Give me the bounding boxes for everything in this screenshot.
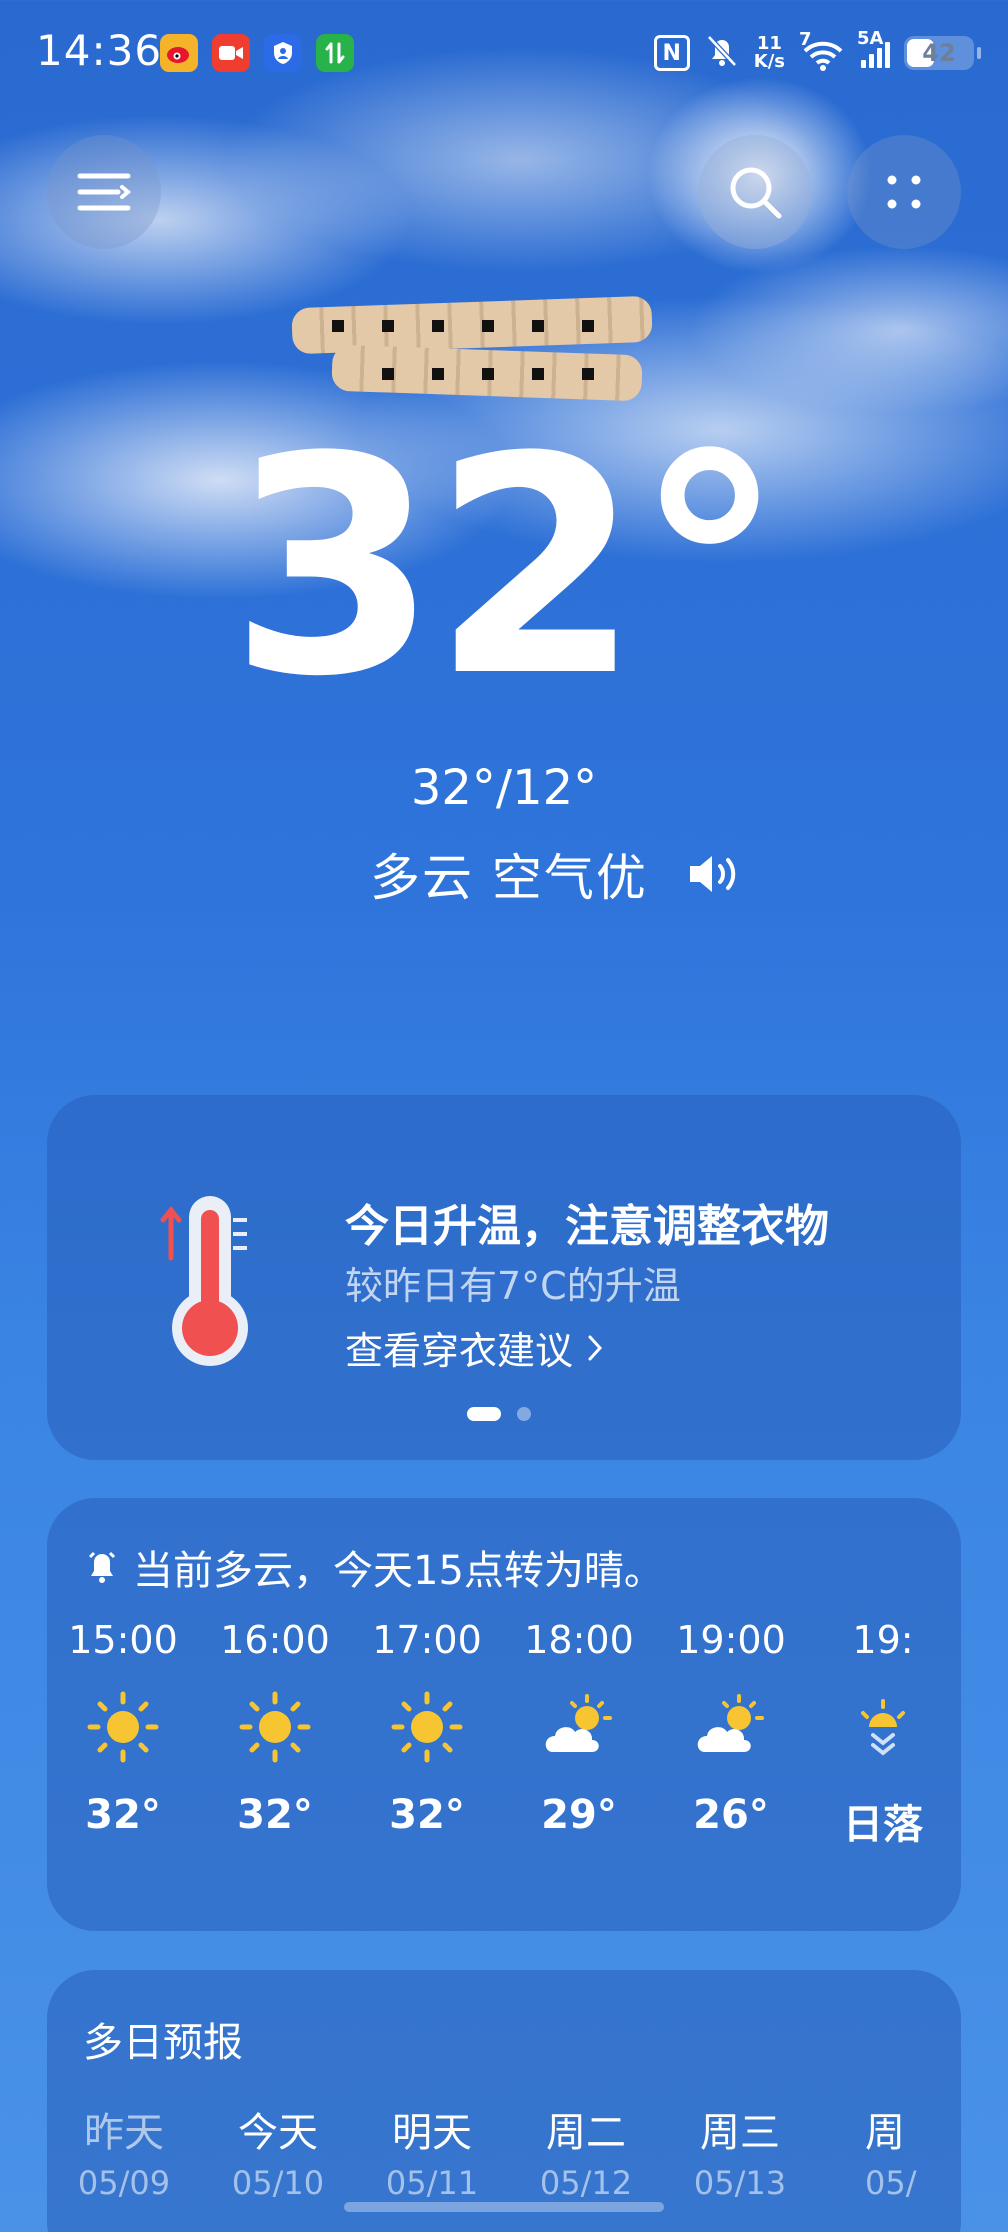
hour-time: 19:00 [676,1618,786,1662]
network-speed: 11 K/s [754,35,785,71]
hour-temp: 32° [237,1792,313,1838]
clothing-advice-link[interactable]: 查看穿衣建议 [345,1320,603,1375]
day-item[interactable]: 周三 05/13 [663,2100,817,2202]
status-time: 14:36 [36,26,163,75]
tip-subtitle: 较昨日有7°C的升温 [345,1264,681,1308]
city-menu-button[interactable] [47,135,161,249]
chevron-right-icon [588,1335,603,1360]
temperature-range: 32°/12° [410,760,598,816]
signal-label: 5A [857,28,884,49]
more-button[interactable] [847,135,961,249]
hour-time: 19: [852,1618,914,1662]
hourly-forecast-card[interactable]: 当前多云，今天15点转为晴。 15:00 32° 16:00 32° 17:00… [47,1498,961,1931]
bell-off-icon [704,33,740,73]
battery-indicator: 42 [904,36,981,70]
tip-card[interactable]: 今日升温，注意调整衣物 较昨日有7°C的升温 查看穿衣建议 [47,1095,961,1460]
nfc-icon: N [653,35,690,71]
day-item[interactable]: 周二 05/12 [509,2100,663,2202]
hour-item[interactable]: 16:00 32° [199,1618,351,1838]
day-date: 05/13 [693,2164,787,2202]
day-name: 周二 [546,2110,626,2156]
multi-day-forecast-card[interactable]: 多日预报 昨天 05/09 今天 05/10 明天 05/11 周二 05/12… [47,1970,961,2232]
partly-cloudy-icon [697,1694,764,1752]
day-name: 周三 [700,2110,780,2156]
hour-item[interactable]: 18:00 29° [503,1618,655,1838]
hour-temp: 26° [693,1792,769,1838]
page-dot [517,1407,531,1421]
hour-temp: 日落 [843,1802,923,1848]
day-item[interactable]: 今天 05/10 [201,2100,355,2202]
home-indicator[interactable] [344,2202,664,2212]
day-date: 05/09 [77,2164,171,2202]
page-indicator [467,1407,531,1421]
hourly-list[interactable]: 15:00 32° 16:00 32° 17:00 32° 18:00 29° … [47,1618,961,1898]
current-temperature: 32° [229,393,784,742]
sunset-icon [861,1699,905,1756]
wifi-icon: 7 [799,29,847,71]
hour-item[interactable]: 17:00 32° [351,1618,503,1838]
hour-time: 17:00 [372,1618,482,1662]
day-name: 今天 [238,2110,318,2156]
battery-level: 42 [922,39,956,67]
hour-item[interactable]: 19:00 26° [655,1618,807,1838]
grid-dots-icon [887,175,921,209]
weibo-icon [160,34,198,72]
weather-alert-text: 当前多云，今天15点转为晴。 [133,1548,664,1594]
day-item[interactable]: 周 05/ [817,2100,917,2202]
sun-icon [239,1691,311,1763]
security-app-icon [264,34,302,72]
multi-day-title: 多日预报 [83,2020,243,2066]
day-date: 05/10 [231,2164,325,2202]
bell-icon [88,1551,116,1583]
page-dot-active [467,1407,501,1421]
hour-time: 18:00 [524,1618,634,1662]
hour-temp: 29° [541,1792,617,1838]
hour-item[interactable]: 15:00 32° [47,1618,199,1838]
thermometer-icon [160,1196,248,1366]
partly-cloudy-icon [545,1694,612,1752]
day-date: 05/12 [539,2164,633,2202]
day-item[interactable]: 明天 05/11 [355,2100,509,2202]
video-app-icon [212,34,250,72]
sun-icon [391,1691,463,1763]
hour-item[interactable]: 19: 日落 [807,1618,959,1850]
wifi-label: 7 [799,29,812,50]
clothing-advice-label: 查看穿衣建议 [345,1329,574,1373]
cellular-signal-icon: 5A [857,28,890,68]
search-button[interactable] [698,135,812,249]
location-name-redacted[interactable] [291,295,653,402]
net-speed-unit: K/s [753,51,785,72]
tip-title: 今日升温，注意调整衣物 [345,1201,829,1252]
day-name: 明天 [392,2110,472,2156]
hour-time: 16:00 [220,1618,330,1662]
day-item[interactable]: 昨天 05/09 [47,2100,201,2202]
condition-text: 多云 空气优 [370,849,648,907]
hour-temp: 32° [389,1792,465,1838]
condition-row: 多云 空气优 [370,838,744,910]
status-bar: 14:36 N 11 K/s 7 5A 42 [0,0,1008,110]
hour-temp: 32° [85,1792,161,1838]
hour-time: 15:00 [68,1618,178,1662]
day-name: 周 [865,2110,905,2156]
menu-icon [77,173,132,211]
sun-icon [87,1691,159,1763]
search-icon [730,167,782,219]
speaker-icon[interactable] [684,850,744,898]
day-date: 05/ [865,2164,917,2202]
day-name: 昨天 [84,2110,164,2156]
weather-alert: 当前多云，今天15点转为晴。 [87,1538,664,1596]
data-app-icon [316,34,354,72]
day-date: 05/11 [385,2164,479,2202]
